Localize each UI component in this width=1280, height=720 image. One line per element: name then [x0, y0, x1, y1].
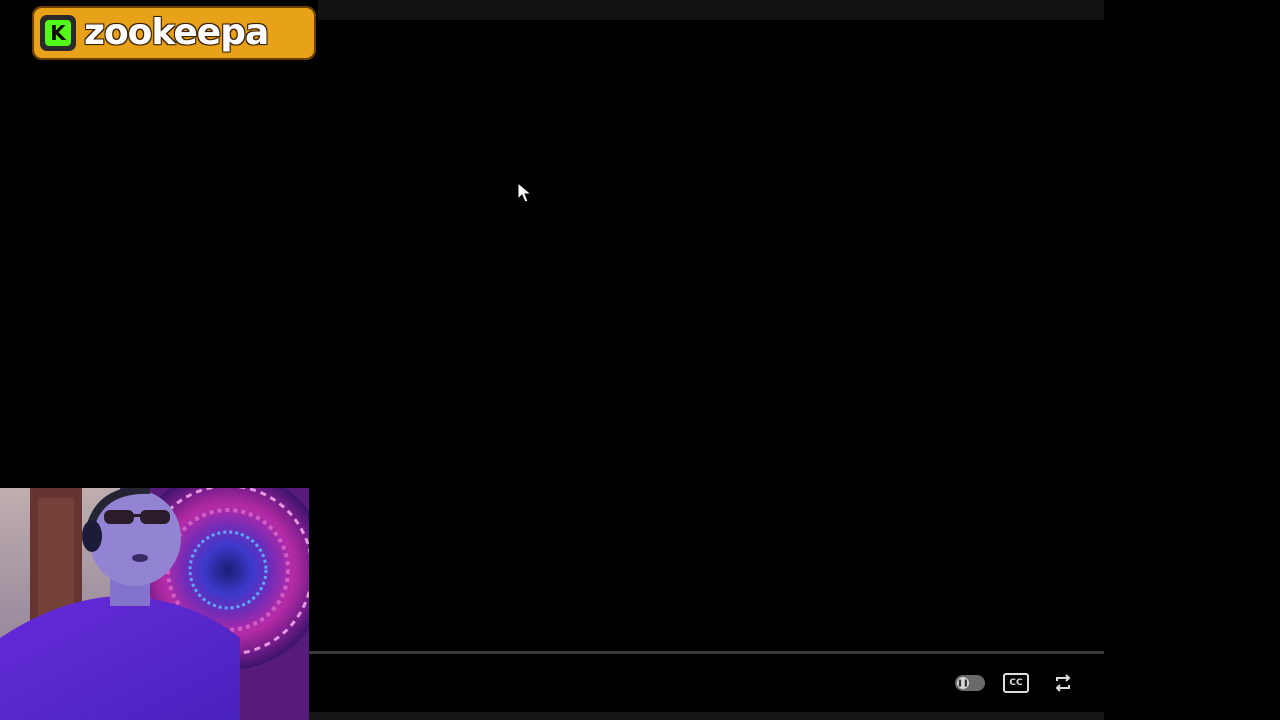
loop-icon[interactable]: [1053, 673, 1073, 693]
channel-logo: K zookeepa: [32, 6, 316, 60]
player-top-bar: [318, 0, 1104, 20]
logo-badge-letter: K: [45, 20, 71, 46]
video-progress-bar[interactable]: [309, 651, 1104, 654]
webcam-feed: [0, 488, 309, 720]
mouse-cursor-icon: [517, 182, 533, 203]
logo-badge: K: [40, 15, 76, 51]
logo-text: zookeepa: [84, 12, 269, 53]
webcam-overlay: [0, 488, 309, 720]
pause-icon: ❚❚: [957, 677, 969, 689]
captions-button[interactable]: CC: [1003, 673, 1029, 693]
player-controls: ❚❚ CC: [955, 670, 1073, 696]
autoplay-toggle[interactable]: ❚❚: [955, 675, 985, 691]
player-bottom-bar: [309, 712, 1104, 720]
screen: K zookeepa ❚❚ CC: [0, 0, 1280, 720]
